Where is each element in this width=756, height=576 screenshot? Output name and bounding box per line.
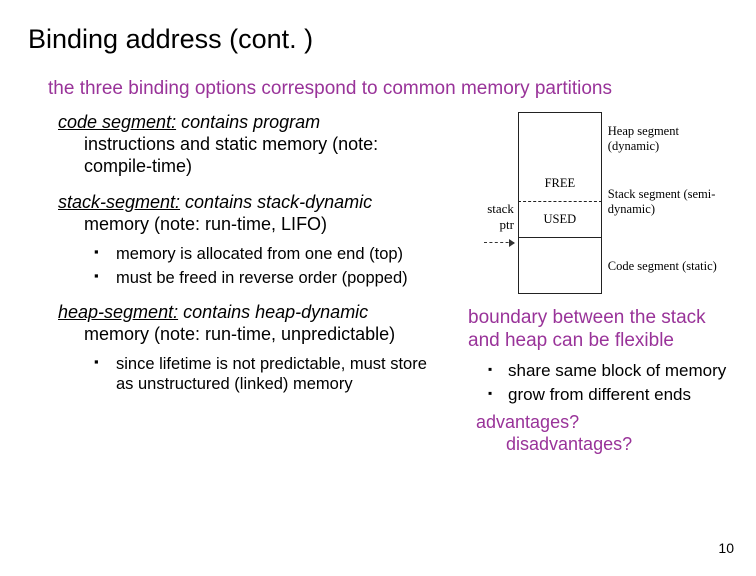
heap-segment-block: heap-segment: contains heap-dynamic memo… [28, 302, 448, 394]
stack-label: Stack segment (semi-dynamic) [608, 166, 728, 238]
content-row: code segment: contains program instructi… [28, 112, 728, 456]
code-segment-desc1: contains program [176, 112, 320, 132]
advantages-q: advantages? [476, 412, 579, 432]
stack-bullets: memory is allocated from one end (top) m… [58, 244, 448, 288]
stack-segment-name: stack-segment: [58, 192, 180, 212]
code-segment-name: code segment: [58, 112, 176, 132]
stack-bullet: must be freed in reverse order (popped) [94, 268, 448, 288]
disadvantages-q: disadvantages? [476, 434, 728, 456]
memory-diagram: stack ptr FREE USED Heap segment (dynami… [458, 112, 728, 294]
code-label: Code segment (static) [608, 238, 728, 294]
code-cell [518, 238, 602, 294]
slide-title: Binding address (cont. ) [28, 24, 728, 55]
free-cell: FREE [518, 166, 602, 202]
boundary-bullets: share same block of memory grow from dif… [458, 361, 728, 406]
used-cell: USED [518, 202, 602, 238]
heap-label: Heap segment (dynamic) [608, 112, 728, 166]
heap-bullet: since lifetime is not predictable, must … [94, 354, 448, 394]
code-segment-head: code segment: contains program [58, 112, 448, 134]
boundary-bullet: share same block of memory [488, 361, 728, 382]
heap-segment-head: heap-segment: contains heap-dynamic [58, 302, 448, 324]
diagram-left-labels: stack ptr [472, 112, 518, 249]
stack-segment-block: stack-segment: contains stack-dynamic me… [28, 192, 448, 288]
heap-bullets: since lifetime is not predictable, must … [58, 354, 448, 394]
boundary-text: boundary between the stack and heap can … [458, 306, 728, 352]
memory-column: FREE USED [518, 112, 602, 294]
stack-ptr-label: stack ptr [487, 201, 514, 232]
intro-text: the three binding options correspond to … [28, 77, 728, 100]
stack-segment-head: stack-segment: contains stack-dynamic [58, 192, 448, 214]
boundary-bullet: grow from different ends [488, 385, 728, 406]
heap-segment-name: heap-segment: [58, 302, 178, 322]
diagram-right-labels: Heap segment (dynamic) Stack segment (se… [602, 112, 728, 294]
heap-segment-desc: memory (note: run-time, unpredictable) [58, 324, 448, 346]
heap-cell [518, 112, 602, 166]
qa-block: advantages? disadvantages? [458, 412, 728, 456]
code-segment-desc: instructions and static memory (note: co… [58, 134, 448, 178]
code-segment-block: code segment: contains program instructi… [28, 112, 448, 178]
arrow-icon [484, 242, 514, 243]
stack-segment-desc: memory (note: run-time, LIFO) [58, 214, 448, 236]
stack-segment-desc1: contains stack-dynamic [180, 192, 372, 212]
page-number: 10 [718, 540, 734, 556]
right-column: stack ptr FREE USED Heap segment (dynami… [458, 112, 728, 456]
heap-segment-desc1: contains heap-dynamic [178, 302, 368, 322]
stack-bullet: memory is allocated from one end (top) [94, 244, 448, 264]
left-column: code segment: contains program instructi… [28, 112, 448, 456]
